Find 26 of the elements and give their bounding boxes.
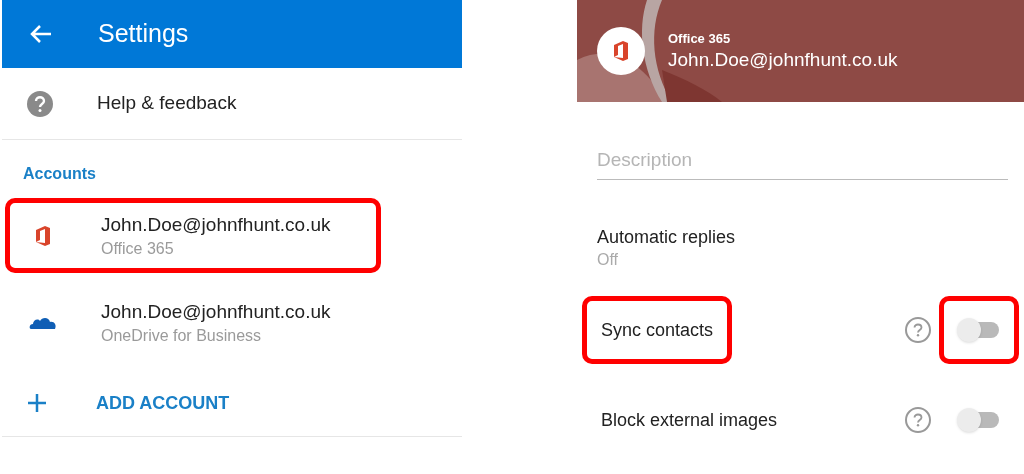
account-item[interactable]: John.Doe@johnfhunt.co.uk Office 365	[5, 198, 381, 273]
account-type: OneDrive for Business	[101, 325, 263, 346]
setting-label: Automatic replies	[597, 226, 737, 249]
back-arrow-icon	[30, 24, 52, 44]
section-header: Accounts	[23, 164, 97, 184]
help-item[interactable]: Help & feedback	[2, 68, 462, 140]
plus-icon	[28, 394, 46, 412]
account-service: Office 365	[668, 30, 732, 48]
add-account-button[interactable]: ADD ACCOUNT	[2, 372, 462, 434]
office-icon	[613, 41, 629, 61]
setting-value: Off	[597, 250, 620, 270]
help-icon[interactable]	[905, 317, 931, 343]
account-email: John.Doe@johnfhunt.co.uk	[101, 299, 331, 324]
description-field[interactable]: Description	[597, 140, 1008, 180]
office-icon	[35, 225, 51, 246]
page-title: Settings	[98, 18, 189, 50]
cloud-icon	[29, 315, 57, 330]
help-label: Help & feedback	[97, 91, 237, 116]
help-icon	[27, 90, 53, 117]
help-icon[interactable]	[905, 407, 931, 433]
account-email: John.Doe@johnfhunt.co.uk	[101, 212, 331, 237]
setting-label: Block external images	[600, 408, 779, 432]
account-type: Office 365	[101, 238, 175, 259]
account-item[interactable]: John.Doe@johnfhunt.co.uk OneDrive for Business	[5, 285, 381, 360]
account-email: John.Doe@johnfhunt.co.uk	[668, 48, 898, 72]
setting-label: Sync contacts	[582, 296, 733, 364]
